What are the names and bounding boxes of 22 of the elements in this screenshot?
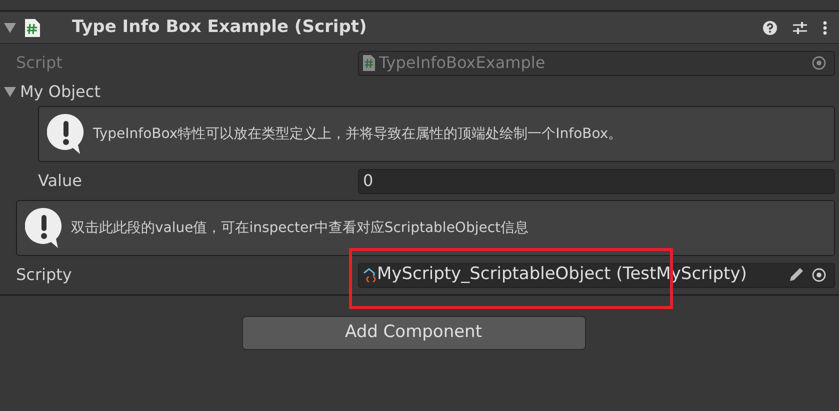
warning-icon <box>47 113 85 155</box>
help-icon[interactable] <box>763 20 777 34</box>
more-options-icon[interactable] <box>823 20 827 34</box>
script-file-icon <box>363 55 375 71</box>
scriptable-object-icon <box>363 267 377 283</box>
field-value: TypeInfoBoxExample <box>379 52 546 74</box>
property-label: Scripty <box>16 264 73 286</box>
foldout-arrow-icon[interactable] <box>4 87 16 97</box>
collapse-arrow-icon[interactable] <box>4 22 16 32</box>
value-input-field[interactable]: 0 <box>358 168 835 194</box>
warning-icon <box>25 207 63 249</box>
property-label: Value <box>37 170 83 192</box>
component-title: Type Info Box Example (Script) <box>72 16 367 39</box>
script-file-icon <box>24 18 40 36</box>
pencil-icon[interactable] <box>788 267 804 283</box>
info-text: TypeInfoBox特性可以放在类型定义上，并将导致在属性的顶端处绘制一个InfoBox。 <box>93 124 622 144</box>
info-text: 双击此此段的value值，可在inspecter中查看对应ScriptableObject信息 <box>71 218 529 238</box>
property-label: Script <box>16 52 64 74</box>
add-component-button[interactable]: Add Component <box>242 316 586 350</box>
foldout-label[interactable]: My Object <box>20 80 100 104</box>
object-picker-icon[interactable] <box>812 268 826 282</box>
sliders-icon[interactable] <box>793 20 807 34</box>
